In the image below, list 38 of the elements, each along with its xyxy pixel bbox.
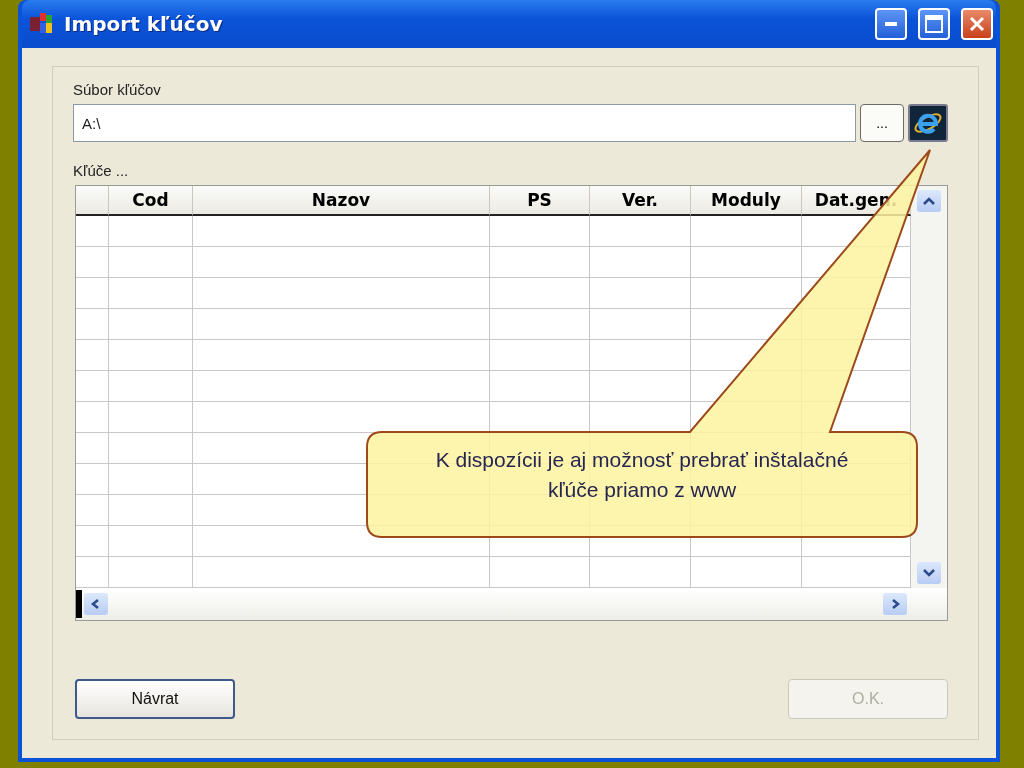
table-cell bbox=[76, 247, 109, 278]
scroll-right-button[interactable] bbox=[883, 593, 907, 615]
table-cell bbox=[76, 495, 109, 526]
chevron-up-icon bbox=[923, 196, 935, 206]
table-cell bbox=[76, 371, 109, 402]
field-label: Súbor kľúčov bbox=[73, 81, 162, 98]
table-cell bbox=[76, 309, 109, 340]
column-header[interactable]: Nazov bbox=[193, 186, 490, 216]
table-cell bbox=[76, 464, 109, 495]
scroll-up-button[interactable] bbox=[917, 190, 941, 212]
table-cell bbox=[76, 433, 109, 464]
dialog-button[interactable]: Návrat bbox=[75, 679, 235, 719]
column-header[interactable]: PS bbox=[490, 186, 590, 216]
minimize-icon bbox=[885, 22, 897, 26]
column-header[interactable]: Cod bbox=[109, 186, 193, 216]
row-marker-icon bbox=[76, 590, 82, 618]
maximize-button[interactable] bbox=[918, 8, 950, 40]
table-cell bbox=[76, 340, 109, 371]
callout-text: K dispozícii je aj možnosť prebrať inštalačné kľúče priamo z www bbox=[434, 447, 850, 503]
column-header[interactable]: Ver. bbox=[590, 186, 691, 216]
chevron-down-icon bbox=[923, 568, 935, 578]
close-button[interactable] bbox=[961, 8, 993, 40]
table-cell bbox=[76, 216, 109, 247]
scroll-left-button[interactable] bbox=[84, 593, 108, 615]
file-path-field[interactable]: A:\ bbox=[73, 104, 856, 142]
close-icon bbox=[969, 16, 985, 32]
window-title: Import kľúčov bbox=[64, 12, 224, 36]
header-corner bbox=[76, 186, 109, 216]
keys-label: Kľúče ... bbox=[73, 162, 130, 179]
browse-button[interactable]: ... bbox=[860, 104, 904, 142]
table-cell bbox=[76, 526, 109, 557]
table-cell bbox=[76, 278, 109, 309]
minimize-button[interactable] bbox=[875, 8, 907, 40]
web-button[interactable] bbox=[908, 104, 948, 142]
scroll-down-button[interactable] bbox=[917, 562, 941, 584]
table-cell bbox=[76, 402, 109, 433]
column-header[interactable]: Moduly bbox=[691, 186, 802, 216]
maximize-icon bbox=[925, 15, 943, 33]
